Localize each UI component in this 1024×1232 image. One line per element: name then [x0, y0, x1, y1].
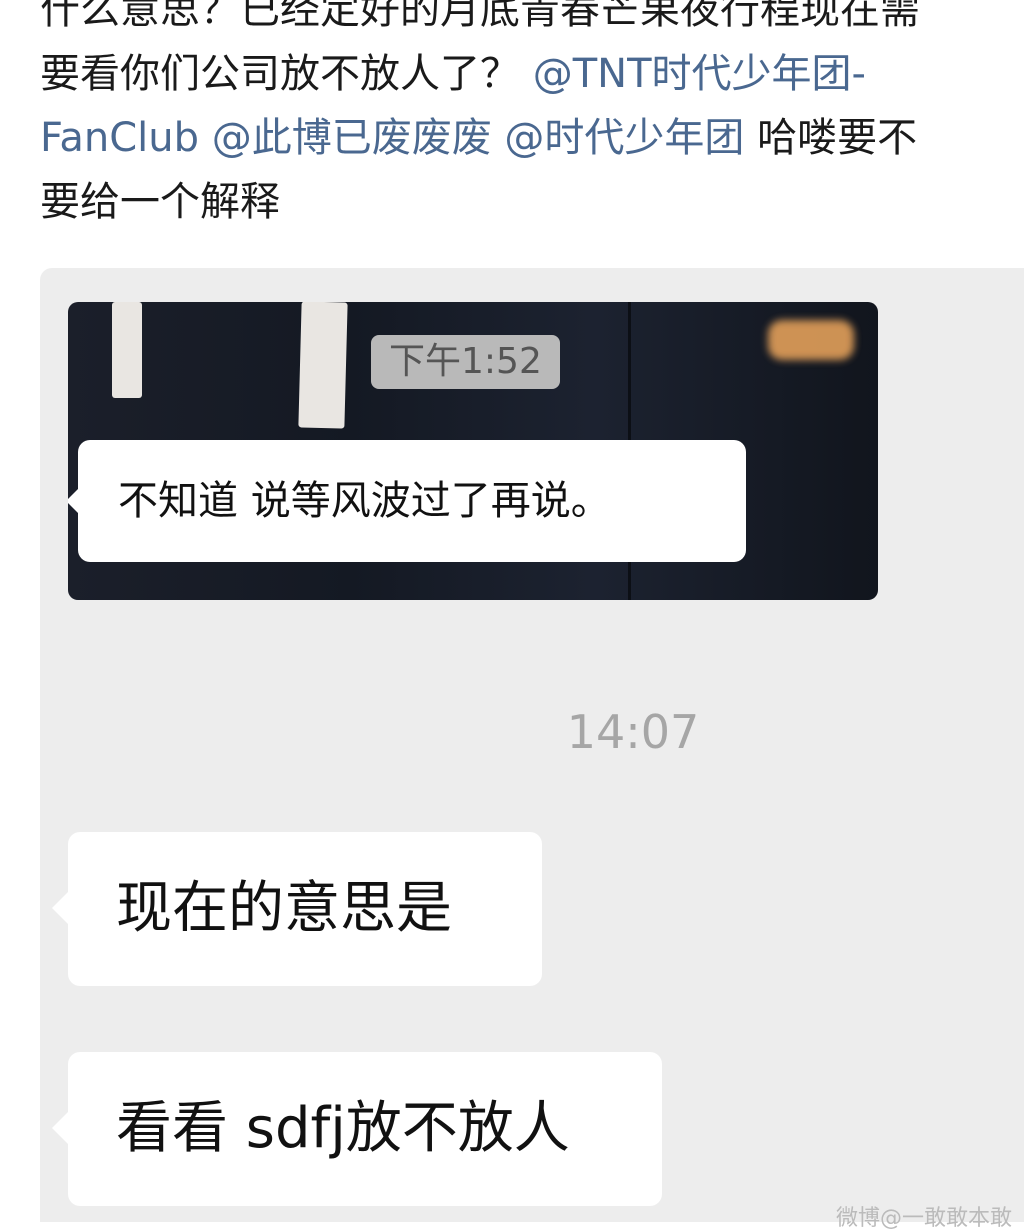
message-bubble[interactable]: 看看 sdfj放不放人	[52, 1052, 662, 1206]
photo-light-streak	[112, 302, 142, 398]
chat-timestamp: 14:07	[566, 705, 700, 759]
mention-link-tnt-fanclub[interactable]: @TNT时代少年团-	[533, 51, 866, 97]
post-text-segment: 要看你们公司放不放人了？	[40, 51, 520, 97]
photo-light-streak	[298, 302, 348, 429]
mention-link-tnt[interactable]: @时代少年团	[504, 115, 744, 161]
photo-timestamp: 下午1:52	[371, 335, 560, 389]
weibo-watermark: 微博@一敢敢本敢	[836, 1206, 1013, 1231]
post-line-4: 要给一个解释	[40, 179, 280, 225]
post-line-3: FanClub @此博已废废废 @时代少年团 哈喽要不	[40, 106, 1024, 170]
photo-light-glow	[768, 320, 854, 360]
message-bubble[interactable]: 现在的意思是	[52, 832, 542, 986]
chat-photo-image: 下午1:52 不知道 说等风波过了再说。	[68, 302, 878, 600]
post-line-1: 什么意思？已经定好的月底青春芒果夜行程现在需	[40, 0, 920, 33]
weibo-post-text: 什么意思？已经定好的月底青春芒果夜行程现在需 要看你们公司放不放人了？ @TNT…	[40, 0, 1024, 234]
photo-message-bubble: 不知道 说等风波过了再说。	[68, 440, 746, 562]
mention-link-fanclub-account[interactable]: FanClub @此博已废废废	[40, 115, 492, 161]
post-text-segment: 哈喽要不	[757, 115, 918, 161]
post-line-2: 要看你们公司放不放人了？ @TNT时代少年团-	[40, 42, 1024, 106]
